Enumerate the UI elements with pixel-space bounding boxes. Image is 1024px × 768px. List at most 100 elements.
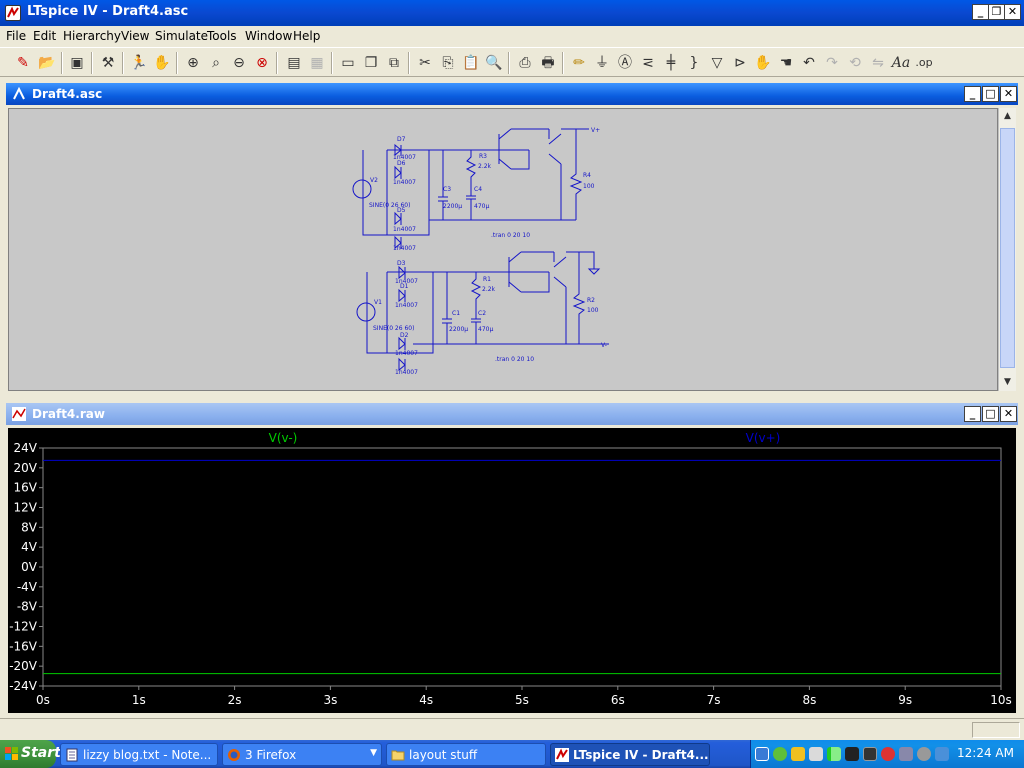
svg-text:SINE(0 26 60): SINE(0 26 60) [369,202,410,209]
menu-view[interactable]: View [121,29,149,43]
drag-icon[interactable]: ☚ [775,52,797,74]
firefox-icon [228,749,240,761]
diode-icon[interactable]: ▽ [706,52,728,74]
svg-text:100: 100 [587,307,599,314]
schematic-canvas[interactable]: D7 1n4007 D6 1n4007 D5 1n4007 1n4007 V2 SIN… [8,108,998,391]
running-man-icon[interactable]: 🏃 [128,52,150,74]
media-icon[interactable] [863,747,877,761]
waveform-maximize-button[interactable]: □ [982,406,999,422]
component-icon[interactable]: ⊳ [729,52,751,74]
task-firefox[interactable]: 3 Firefox ▼ [222,743,382,766]
y-tick-label: 0V [21,560,38,574]
close-button[interactable]: ✕ [1004,4,1021,20]
scroll-thumb[interactable] [1000,128,1015,368]
print-preview-icon[interactable]: ⎙ [514,52,536,74]
task-ltspice[interactable]: LTspice IV - Draft4... [550,743,710,766]
waveform-minimize-button[interactable]: _ [964,406,981,422]
svg-text:100: 100 [583,183,595,190]
waveform-plot[interactable]: 24V 20V 16V 12V 8V 4V 0V -4V -8V -12V -16V -20V -24V… [8,428,1016,713]
rotate-icon[interactable]: ⟲ [844,52,866,74]
volume-icon[interactable] [809,747,823,761]
task-folder[interactable]: layout stuff [386,743,546,766]
spice-directive-icon[interactable]: .op [913,52,935,74]
waveform-chart: 24V 20V 16V 12V 8V 4V 0V -4V -8V -12V -16V -20V -24V… [9,431,1012,707]
task-label: lizzy blog.txt - Note... [83,748,212,762]
status-bar [0,718,1024,740]
winamp-icon[interactable] [791,747,805,761]
copy-icon[interactable]: ⎘ [437,52,459,74]
shield-icon[interactable] [935,747,949,761]
capacitor-icon[interactable]: ╪ [660,52,682,74]
utorrent-icon[interactable] [773,747,787,761]
cut-icon[interactable]: ✂ [414,52,436,74]
menu-tools[interactable]: Tools [207,29,237,43]
mirror-icon[interactable]: ⇋ [867,52,889,74]
minimize-button[interactable]: _ [972,4,989,20]
restore-button[interactable]: ❐ [988,4,1005,20]
svg-text:C4: C4 [474,186,482,193]
x-tick-label: 2s [228,693,242,707]
task-notepad[interactable]: lizzy blog.txt - Note... [60,743,218,766]
inductor-icon[interactable]: } [683,52,705,74]
waveform-close-button[interactable]: ✕ [1000,406,1017,422]
menu-hierarchy[interactable]: Hierarchy [63,29,121,43]
autoscale-icon[interactable]: ▦ [306,52,328,74]
zoom-fit-icon[interactable]: ⊗ [251,52,273,74]
skip-icon[interactable] [899,747,913,761]
menu-simulate[interactable]: Simulate [155,29,208,43]
svg-text:D2: D2 [400,332,409,339]
label-net-icon[interactable]: Ⓐ [614,52,636,74]
undo-icon[interactable]: ↶ [798,52,820,74]
svg-text:1n4007: 1n4007 [393,179,416,186]
main-title-bar[interactable]: LTspice IV - Draft4.asc _ ❐ ✕ [0,0,1024,26]
scroll-up-arrow-icon[interactable]: ▲ [999,108,1016,125]
open-icon[interactable]: 📂 [36,52,58,74]
ground-icon[interactable]: ⏚ [591,52,613,74]
network-icon[interactable] [755,747,769,761]
start-button[interactable]: Start [0,740,61,768]
x-tick-label: 5s [515,693,529,707]
signal-icon[interactable] [827,747,841,761]
svg-text:1n4007: 1n4007 [395,350,418,357]
group-dropdown-icon[interactable]: ▼ [370,748,377,758]
find-icon[interactable]: 🔍 [483,52,505,74]
menu-edit[interactable]: Edit [33,29,56,43]
hammer-icon[interactable]: ⚒ [97,52,119,74]
zoom-area-icon[interactable]: ⌕ [205,52,227,74]
zoom-out-icon[interactable]: ⊖ [228,52,250,74]
settings-icon[interactable] [917,747,931,761]
schematic-minimize-button[interactable]: _ [964,86,981,102]
menu-window[interactable]: Window [245,29,292,43]
zoom-in-icon[interactable]: ⊕ [182,52,204,74]
schematic-maximize-button[interactable]: □ [982,86,999,102]
redo-icon[interactable]: ↷ [821,52,843,74]
x-tick-label: 1s [132,693,146,707]
print-icon[interactable]: 🖶 [537,52,559,74]
waveform-window-title-bar[interactable]: Draft4.raw _ □ ✕ [6,403,1018,425]
scroll-down-arrow-icon[interactable]: ▼ [999,374,1016,391]
pan-hand-icon[interactable]: ✋ [151,52,173,74]
resistor-icon[interactable]: ⋜ [637,52,659,74]
wire-icon[interactable]: ✏ [568,52,590,74]
run-icon[interactable]: ✎ [12,52,34,74]
tile-vertical-icon[interactable]: ⧉ [383,52,405,74]
plot-settings-icon[interactable]: ▤ [283,52,305,74]
y-tick-label: 12V [14,501,38,515]
move-icon[interactable]: ✋ [752,52,774,74]
tile-horizontal-icon[interactable]: ▭ [337,52,359,74]
schematic-vertical-scrollbar[interactable]: ▲ ▼ [998,108,1016,391]
schematic-window-title-bar[interactable]: Draft4.asc _ □ ✕ [6,83,1018,105]
x-tick-label: 0s [36,693,50,707]
schematic-close-button[interactable]: ✕ [1000,86,1017,102]
tool-icon[interactable] [845,747,859,761]
save-icon[interactable]: ▣ [66,52,88,74]
menu-file[interactable]: File [6,29,26,43]
paste-icon[interactable]: 📋 [460,52,482,74]
cascade-icon[interactable]: ❐ [360,52,382,74]
menu-help[interactable]: Help [293,29,320,43]
x-tick-label: 9s [898,693,912,707]
y-tick-label: -24V [9,679,38,693]
opera-icon[interactable] [881,747,895,761]
text-icon[interactable]: Aa [890,52,912,74]
svg-text:V1: V1 [374,299,382,306]
